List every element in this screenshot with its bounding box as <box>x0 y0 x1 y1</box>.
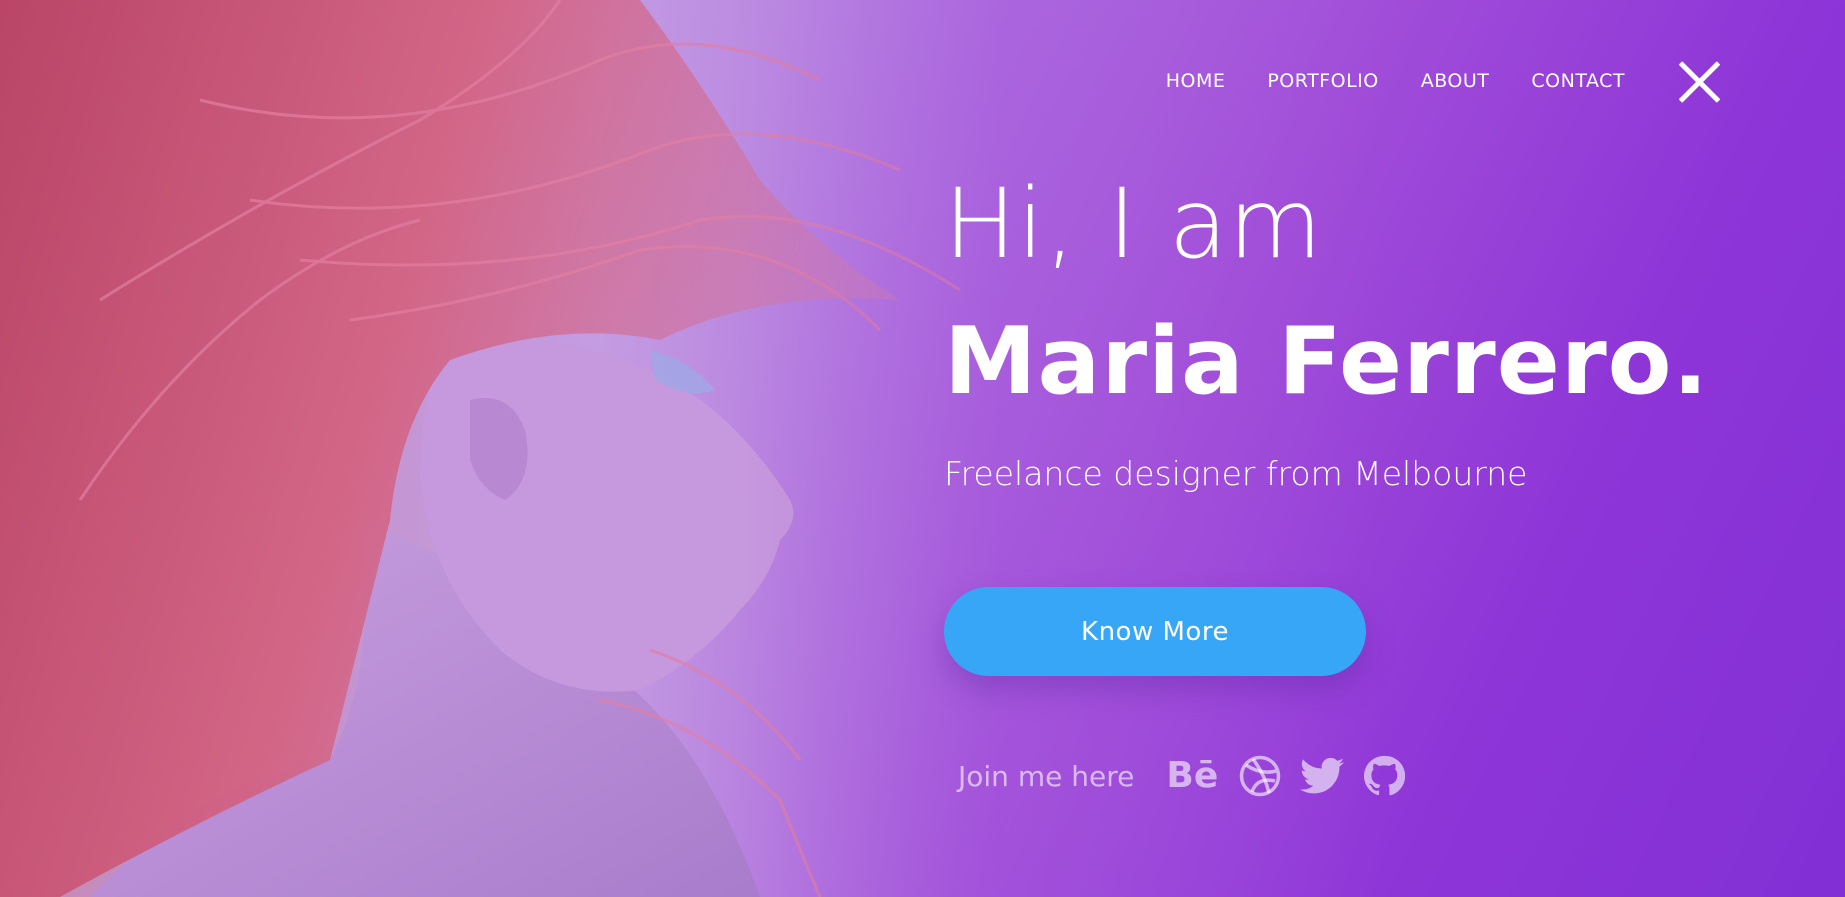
behance-glyph: Bē <box>1166 755 1219 796</box>
close-icon[interactable] <box>1676 59 1722 105</box>
dribbble-icon[interactable] <box>1236 752 1284 800</box>
know-more-button[interactable]: Know More <box>944 587 1366 676</box>
nav-contact-link[interactable]: CONTACT <box>1531 70 1625 92</box>
github-icon[interactable] <box>1360 752 1408 800</box>
greeting-heading: Hi, I am <box>944 168 1324 280</box>
main-nav: HOME PORTFOLIO ABOUT CONTACT <box>1166 70 1625 92</box>
nav-about-link[interactable]: ABOUT <box>1421 70 1490 92</box>
social-links: Join me here Bē <box>958 752 1422 800</box>
nav-portfolio-link[interactable]: PORTFOLIO <box>1267 70 1378 92</box>
hero-photo <box>0 0 1000 897</box>
name-heading: Maria Ferrero. <box>944 307 1709 415</box>
behance-icon[interactable]: Bē <box>1162 752 1222 800</box>
social-label: Join me here <box>958 759 1135 793</box>
hero-section: HOME PORTFOLIO ABOUT CONTACT Hi, I am Ma… <box>0 0 1845 897</box>
subtitle-text: Freelance designer from Melbourne <box>944 454 1528 493</box>
nav-home-link[interactable]: HOME <box>1166 70 1226 92</box>
twitter-icon[interactable] <box>1298 752 1346 800</box>
